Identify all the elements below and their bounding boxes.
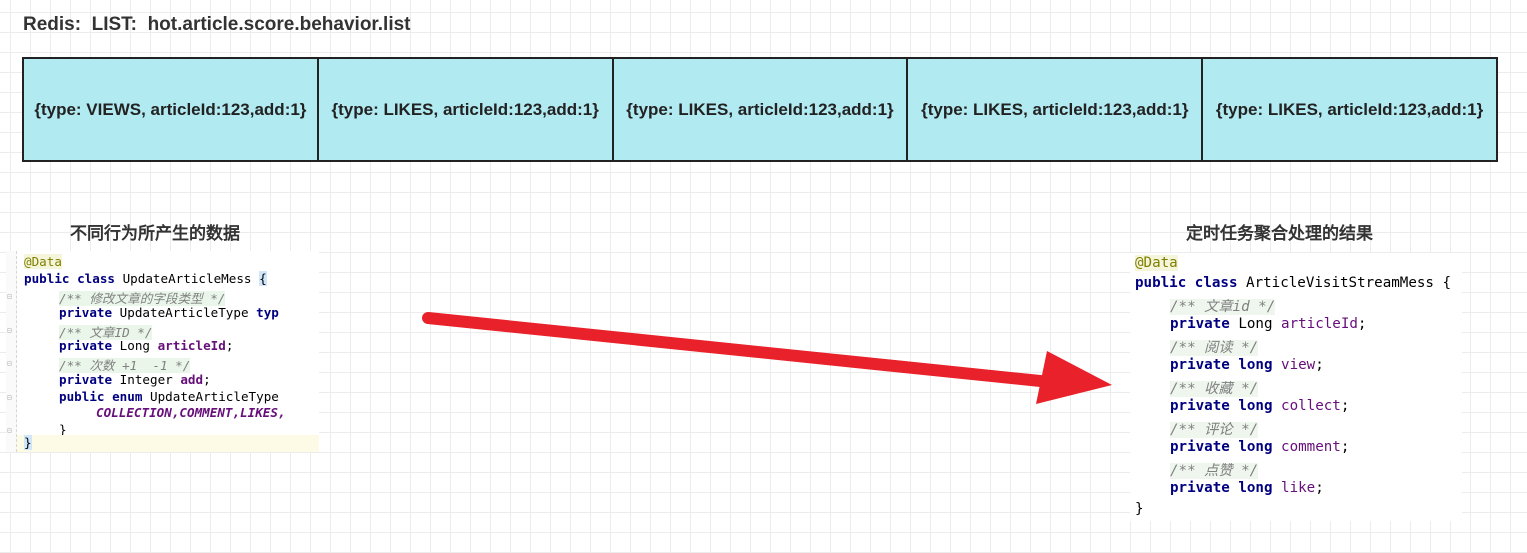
code-line: private long like;: [1170, 480, 1324, 496]
type-name: Long: [1229, 316, 1282, 332]
code-line: public enum UpdateArticleType: [59, 389, 319, 404]
field-name: like: [1281, 480, 1316, 496]
arrow-head: [1036, 351, 1112, 404]
redis-list-title: Redis: LIST: hot.article.score.behavior.…: [23, 14, 411, 35]
comment: /** 修改文章的字段类型 */: [59, 291, 226, 306]
code-line: /** 阅读 */: [1170, 337, 1462, 357]
type-name: Long: [112, 338, 158, 353]
keyword: private: [1170, 316, 1230, 332]
code-line: @Data: [1135, 255, 1462, 271]
field-name: collect: [1281, 398, 1341, 414]
comment: /** 评论 */: [1170, 422, 1259, 438]
article-visit-stream-mess-code: @Data public class ArticleVisitStreamMes…: [1130, 253, 1462, 521]
editor-gutter: ⊟ ⊟ ⊟ ⊟ ⊟: [6, 251, 17, 452]
field-name: typ: [256, 305, 279, 320]
type-name: UpdateArticleType: [142, 389, 279, 404]
enum-values: COLLECTION,COMMENT,LIKES,: [96, 405, 286, 420]
code-line: COLLECTION,COMMENT,LIKES,: [96, 405, 319, 420]
brace: }: [1135, 501, 1144, 517]
keyword: private long: [1170, 398, 1273, 414]
keyword: private long: [1170, 357, 1273, 373]
list-item: {type: LIKES, articleId:123,add:1}: [316, 57, 614, 162]
keyword: private long: [1170, 480, 1273, 496]
code-line: private long collect;: [1170, 398, 1350, 414]
code-line: public class ArticleVisitStreamMess {: [1135, 275, 1462, 291]
brace: {: [259, 271, 267, 286]
update-article-mess-code: ⊟ ⊟ ⊟ ⊟ ⊟ @Data public class UpdateArtic…: [6, 251, 319, 452]
brace: }: [24, 435, 32, 450]
fold-icon: ⊟: [7, 393, 12, 402]
keyword: public class: [24, 271, 115, 286]
field-name: view: [1281, 357, 1316, 373]
comment: /** 点赞 */: [1170, 463, 1259, 479]
code-line: /** 收藏 */: [1170, 378, 1462, 398]
left-caption: 不同行为所产生的数据: [70, 224, 240, 244]
class-name: UpdateArticleMess: [115, 271, 260, 286]
type-name: UpdateArticleType: [112, 305, 257, 320]
field-name: add: [180, 372, 204, 387]
code-line: private Integer add;: [59, 372, 211, 387]
fold-icon: ⊟: [7, 326, 12, 335]
fold-icon: ⊟: [7, 359, 12, 368]
code-line: }: [17, 435, 319, 452]
list-item: {type: VIEWS, articleId:123,add:1}: [22, 57, 319, 162]
comment: /** 次数 +1 -1 */: [59, 358, 191, 373]
code-line: }: [1135, 501, 1462, 517]
code-line: public class UpdateArticleMess {: [24, 271, 319, 286]
code-line: private long comment;: [1170, 439, 1350, 455]
fold-icon: ⊟: [7, 292, 12, 301]
annotation: @Data: [1135, 255, 1178, 271]
field-name: articleId: [157, 338, 226, 353]
arrow-shaft: [422, 312, 1056, 388]
comment: /** 阅读 */: [1170, 340, 1259, 356]
fold-icon: ⊟: [7, 426, 12, 435]
keyword: public class: [1135, 275, 1238, 291]
keyword: private: [59, 305, 113, 320]
field-name: comment: [1281, 439, 1341, 455]
list-item: {type: LIKES, articleId:123,add:1}: [611, 57, 909, 162]
field-name: articleId: [1281, 316, 1358, 332]
redis-list: {type: VIEWS, articleId:123,add:1} {type…: [22, 57, 1498, 162]
code-line: private UpdateArticleType typ: [59, 305, 319, 320]
keyword: private long: [1170, 439, 1273, 455]
code-line: /** 文章id */: [1170, 296, 1462, 316]
comment: /** 文章id */: [1170, 299, 1276, 315]
code-line: /** 点赞 */: [1170, 460, 1462, 480]
code-line: private long view;: [1170, 357, 1324, 373]
class-name: ArticleVisitStreamMess {: [1237, 275, 1452, 291]
code-line: private Long articleId;: [1170, 316, 1367, 332]
code-line: @Data: [24, 254, 319, 269]
keyword: private: [59, 372, 113, 387]
right-caption: 定时任务聚合处理的结果: [1186, 224, 1373, 244]
type-name: Integer: [112, 372, 181, 387]
list-item: {type: LIKES, articleId:123,add:1}: [1201, 57, 1498, 162]
annotation: @Data: [24, 254, 62, 269]
keyword: private: [59, 338, 113, 353]
list-item: {type: LIKES, articleId:123,add:1}: [906, 57, 1204, 162]
comment: /** 收藏 */: [1170, 381, 1259, 397]
keyword: public enum: [59, 389, 143, 404]
code-line: /** 评论 */: [1170, 419, 1462, 439]
code-line: private Long articleId;: [59, 338, 234, 353]
